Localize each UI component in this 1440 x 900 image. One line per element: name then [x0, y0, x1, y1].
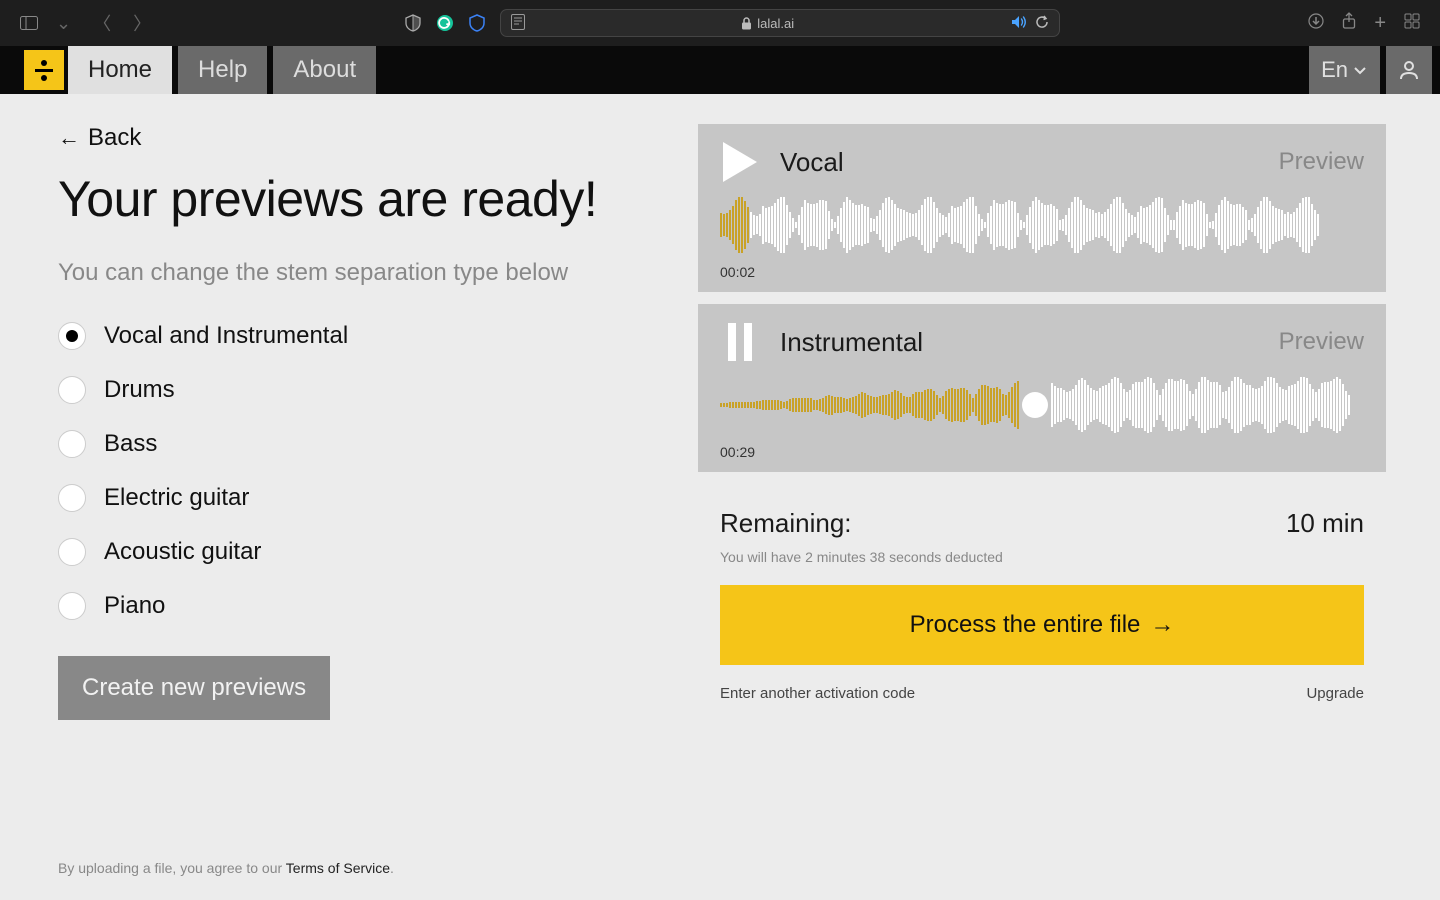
nav-forward-icon[interactable]: 〉: [129, 10, 155, 36]
app-logo[interactable]: [24, 50, 64, 90]
sound-icon[interactable]: [1011, 15, 1027, 32]
account-button[interactable]: [1386, 46, 1432, 94]
stem-option-drums[interactable]: Drums: [58, 376, 658, 404]
radio-label: Vocal and Instrumental: [104, 322, 348, 350]
upgrade-link[interactable]: Upgrade: [1306, 685, 1364, 702]
track-name: Vocal: [780, 147, 1259, 178]
arrow-left-icon: ←: [58, 125, 80, 151]
remaining-label: Remaining:: [720, 508, 852, 539]
radio-label: Drums: [104, 376, 175, 404]
radio-label: Bass: [104, 430, 157, 458]
stem-option-vocal-instrumental[interactable]: Vocal and Instrumental: [58, 322, 658, 350]
stem-option-acoustic-guitar[interactable]: Acoustic guitar: [58, 538, 658, 566]
url-text: lalal.ai: [535, 16, 1001, 31]
pause-button[interactable]: [720, 322, 760, 362]
radio-label: Acoustic guitar: [104, 538, 261, 566]
radio-label: Piano: [104, 592, 165, 620]
stem-options: Vocal and Instrumental Drums Bass Electr…: [58, 322, 658, 620]
track-name: Instrumental: [780, 327, 1259, 358]
timestamp: 00:29: [720, 444, 1364, 460]
top-nav: Home Help About En: [0, 46, 1440, 94]
radio-icon: [58, 430, 86, 458]
nav-back-icon[interactable]: 〈: [89, 10, 115, 36]
radio-icon: [58, 322, 86, 350]
tos-suffix: .: [390, 860, 394, 876]
tos-link[interactable]: Terms of Service: [286, 860, 390, 876]
play-button[interactable]: [720, 142, 760, 182]
stem-option-piano[interactable]: Piano: [58, 592, 658, 620]
reload-icon[interactable]: [1035, 15, 1049, 32]
page-title: Your previews are ready!: [58, 172, 658, 227]
reader-mode-icon[interactable]: [511, 14, 525, 33]
tos-prefix: By uploading a file, you agree to our: [58, 860, 286, 876]
remaining-value: 10 min: [1286, 508, 1364, 539]
chrome-center: lalal.ai: [165, 9, 1298, 37]
radio-icon: [58, 484, 86, 512]
timestamp: 00:02: [720, 264, 1364, 280]
arrow-right-icon: →: [1150, 611, 1174, 639]
stem-option-bass[interactable]: Bass: [58, 430, 658, 458]
play-icon: [723, 142, 757, 182]
grammarly-icon[interactable]: [436, 14, 454, 32]
deduction-note: You will have 2 minutes 38 seconds deduc…: [720, 549, 1364, 565]
app-page: Home Help About En ← Back Your previews …: [0, 46, 1440, 900]
lock-icon: [741, 17, 752, 30]
preview-tag: Preview: [1279, 148, 1364, 176]
waveform[interactable]: [720, 376, 1364, 434]
shield-icon[interactable]: [468, 14, 486, 32]
privacy-icon[interactable]: [404, 14, 422, 32]
track-card-instrumental: Instrumental Preview 00:29: [698, 304, 1386, 472]
user-icon: [1398, 59, 1420, 81]
back-label: Back: [88, 124, 141, 152]
remaining-panel: Remaining: 10 min You will have 2 minute…: [698, 484, 1386, 712]
sidebar-toggle-icon[interactable]: [20, 16, 38, 30]
left-column: ← Back Your previews are ready! You can …: [58, 124, 658, 720]
nav-help[interactable]: Help: [178, 46, 267, 94]
page-subtitle: You can change the stem separation type …: [58, 257, 658, 288]
radio-icon: [58, 592, 86, 620]
process-file-button[interactable]: Process the entire file →: [720, 585, 1364, 665]
radio-label: Electric guitar: [104, 484, 249, 512]
url-domain: lalal.ai: [757, 16, 794, 31]
back-link[interactable]: ← Back: [58, 124, 658, 152]
radio-icon: [58, 376, 86, 404]
enter-activation-link[interactable]: Enter another activation code: [720, 685, 915, 702]
pause-icon: [728, 323, 752, 361]
language-selector[interactable]: En: [1309, 46, 1380, 94]
chrome-right-controls: +: [1308, 12, 1420, 35]
waveform[interactable]: [720, 196, 1364, 254]
new-tab-icon[interactable]: +: [1374, 12, 1386, 35]
downloads-icon[interactable]: [1308, 13, 1324, 34]
url-bar[interactable]: lalal.ai: [500, 9, 1060, 37]
preview-tag: Preview: [1279, 328, 1364, 356]
process-label: Process the entire file: [910, 611, 1141, 639]
stem-option-electric-guitar[interactable]: Electric guitar: [58, 484, 658, 512]
language-label: En: [1321, 57, 1348, 83]
radio-icon: [58, 538, 86, 566]
tabs-overview-icon[interactable]: [1404, 13, 1420, 34]
tos-text: By uploading a file, you agree to our Te…: [58, 860, 394, 876]
browser-chrome: ⌄ 〈 〉 lalal.ai: [0, 0, 1440, 46]
track-card-vocal: Vocal Preview 00:02: [698, 124, 1386, 292]
create-previews-button[interactable]: Create new previews: [58, 656, 330, 720]
chevron-down-icon[interactable]: ⌄: [52, 13, 75, 34]
share-icon[interactable]: [1342, 12, 1356, 35]
right-column: Vocal Preview 00:02 Instrumental Preview: [698, 124, 1386, 720]
nav-about[interactable]: About: [273, 46, 376, 94]
chevron-down-icon: [1352, 62, 1368, 78]
nav-home[interactable]: Home: [68, 46, 172, 94]
chrome-left-controls: ⌄ 〈 〉: [20, 10, 155, 36]
